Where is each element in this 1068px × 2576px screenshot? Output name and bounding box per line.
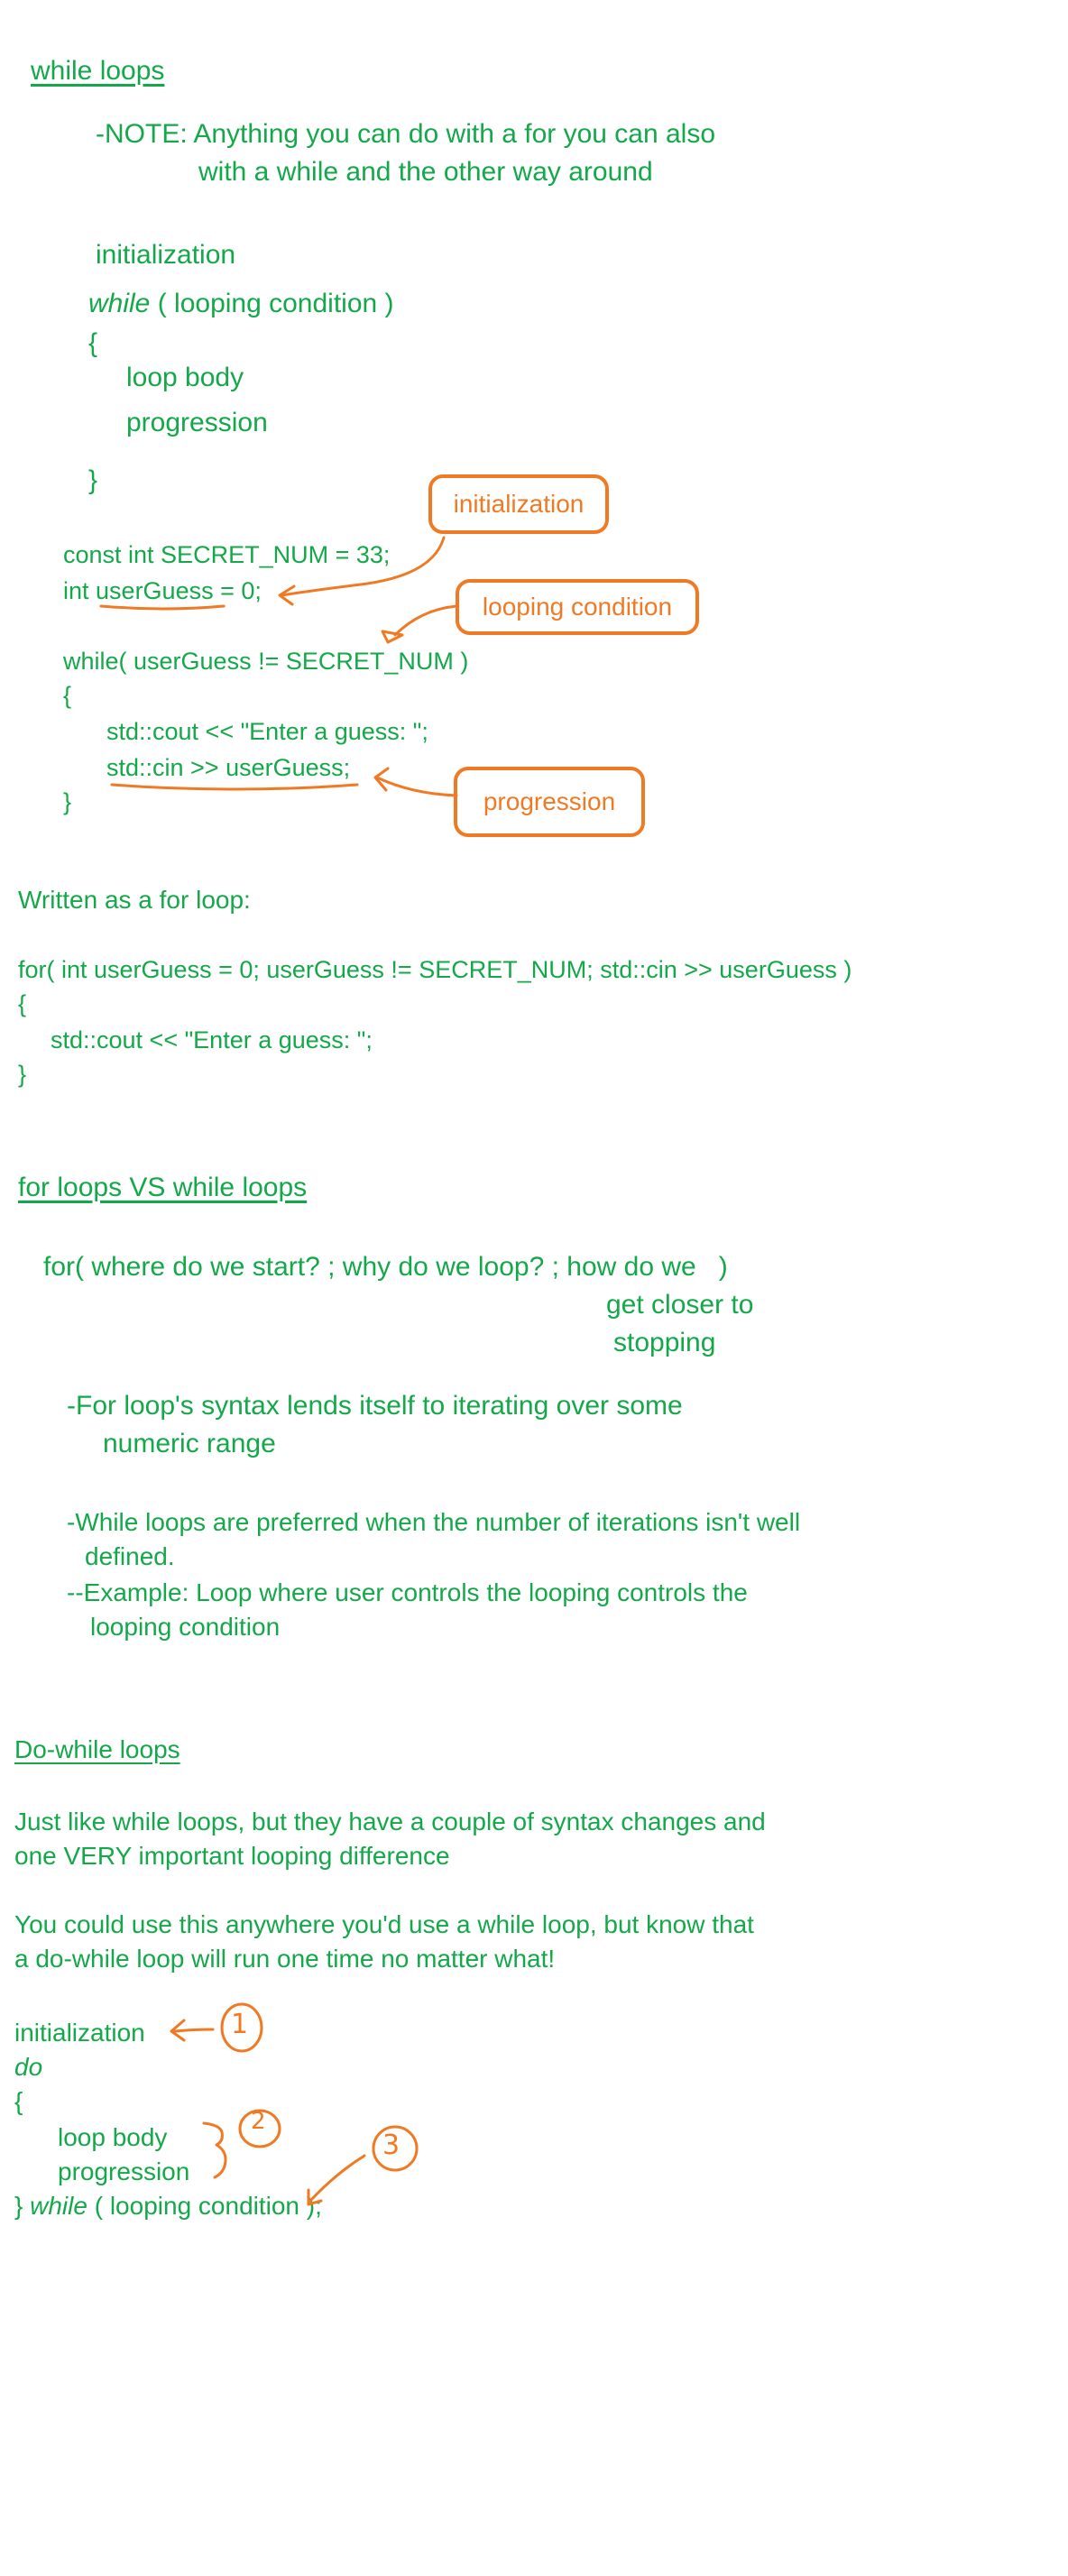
arrow-progression	[375, 776, 458, 797]
arrow-looping-condition	[393, 604, 458, 637]
underline-progression-line	[110, 783, 359, 791]
arrow-marker-1	[173, 2028, 215, 2033]
marker-1-circle	[220, 2002, 263, 2053]
arrow-initialization	[280, 536, 446, 597]
brace-marker-2	[202, 2121, 227, 2179]
marker-3-circle	[372, 2125, 419, 2172]
underline-userguess	[99, 604, 226, 611]
ink-annotations-layer	[99, 536, 458, 2206]
arrowhead-looping-condition	[381, 630, 404, 644]
marker-2-circle	[238, 2109, 281, 2148]
arrow-marker-3	[308, 2154, 366, 2203]
